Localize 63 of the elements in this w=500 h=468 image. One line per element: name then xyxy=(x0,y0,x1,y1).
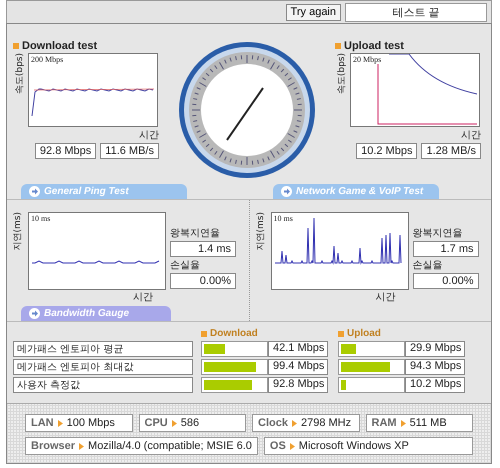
ping-test-tab[interactable]: General Ping Test xyxy=(21,184,187,199)
info-value: 511 MB xyxy=(410,417,447,429)
row-label: 사용자 측정값 xyxy=(13,377,193,393)
loss-label: 손실율 xyxy=(170,259,200,272)
info-label: LAN xyxy=(31,417,54,429)
status-field: 테스트 끝 xyxy=(345,2,487,22)
info-value: Mozilla/4.0 (compatible; MSIE 6.0 xyxy=(88,440,252,452)
arrow-circle-icon xyxy=(29,308,40,319)
axis-label: 시간 xyxy=(132,291,154,304)
speed-reading: 11.6 MB/s xyxy=(100,143,159,159)
try-again-button[interactable]: Try again xyxy=(286,4,341,20)
download-value: 92.8 Mbps xyxy=(268,377,328,393)
chart-title: Upload test xyxy=(335,40,481,52)
rtt-value: 1.7 ms xyxy=(412,241,478,257)
arrow-icon xyxy=(79,442,84,450)
info-label: CPU xyxy=(144,417,168,429)
info-value: 100 Mbps xyxy=(66,417,115,429)
arrow-circle-icon xyxy=(281,186,292,197)
info-value: 2798 MHz xyxy=(300,417,352,429)
arrow-icon xyxy=(292,420,297,426)
arrow-icon xyxy=(400,420,406,426)
axis-label: 지연(ms) xyxy=(254,212,266,250)
info-value: Microsoft Windows XP xyxy=(298,440,409,452)
ping-test-tab[interactable]: Network Game & VoIP Test xyxy=(273,184,439,199)
column-header: Download xyxy=(201,328,328,339)
arrow-icon xyxy=(172,420,177,426)
info-label: Clock xyxy=(258,417,288,429)
column-header: Upload xyxy=(338,328,465,339)
row-label: 메가패스 엔토피아 평균 xyxy=(13,341,193,357)
info-label: Browser xyxy=(31,440,76,452)
upload-value: 29.9 Mbps xyxy=(405,341,465,357)
info-value: 586 xyxy=(180,417,200,429)
upload-value: 94.3 Mbps xyxy=(405,359,465,375)
rtt-label: 왕복지연율 xyxy=(170,227,220,240)
tick-label: 10 ms xyxy=(31,214,50,223)
loss-value: 0.00% xyxy=(170,273,236,289)
tick-label: 10 ms xyxy=(274,214,293,223)
axis-label: 속도(bps) xyxy=(14,53,26,94)
info-label: RAM xyxy=(372,417,397,429)
bandwidth-gauge-tab[interactable]: Bandwidth Gauge xyxy=(21,306,171,321)
loss-value: 0.00% xyxy=(412,273,478,289)
rtt-value: 1.4 ms xyxy=(170,241,236,257)
tick-label: 20 Mbps xyxy=(353,55,382,64)
speed-reading: 10.2 Mbps xyxy=(356,143,418,159)
row-label: 메가패스 엔토피아 최대값 xyxy=(13,359,193,375)
info-label: OS xyxy=(270,440,286,452)
rtt-label: 왕복지연율 xyxy=(412,227,462,240)
axis-label: 시간 xyxy=(461,129,481,142)
tick-label: 200 Mbps xyxy=(31,55,64,64)
arrow-icon xyxy=(290,442,295,450)
arrow-circle-icon xyxy=(29,186,40,197)
loss-label: 손실율 xyxy=(412,259,442,272)
download-value: 99.4 Mbps xyxy=(268,359,328,375)
chart-title: Download test xyxy=(13,40,159,52)
download-value: 42.1 Mbps xyxy=(268,341,328,357)
arrow-icon xyxy=(58,420,63,426)
axis-label: 지연(ms) xyxy=(12,212,24,250)
upload-value: 10.2 Mbps xyxy=(405,377,465,393)
speed-reading: 1.28 MB/s xyxy=(421,143,481,159)
axis-label: 속도(bps) xyxy=(336,53,348,94)
axis-label: 시간 xyxy=(374,291,396,304)
speed-reading: 92.8 Mbps xyxy=(34,143,96,159)
axis-label: 시간 xyxy=(139,129,159,142)
